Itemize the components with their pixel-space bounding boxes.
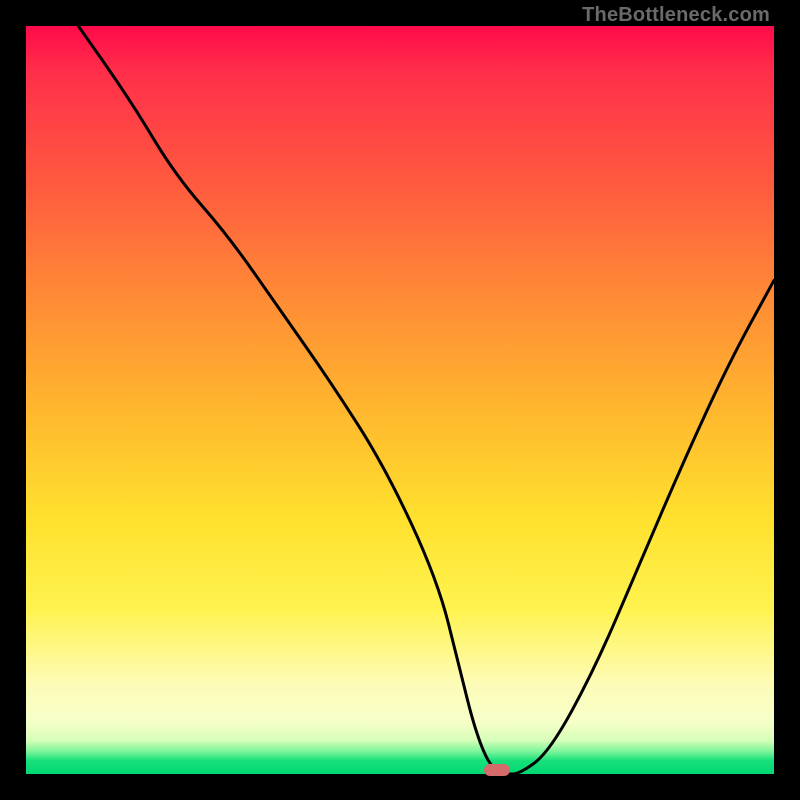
chart-plot-area [26, 26, 774, 774]
optimal-point-marker [484, 764, 510, 776]
watermark-text: TheBottleneck.com [582, 4, 770, 27]
chart-frame: TheBottleneck.com [0, 0, 800, 800]
bottleneck-curve [26, 26, 774, 774]
